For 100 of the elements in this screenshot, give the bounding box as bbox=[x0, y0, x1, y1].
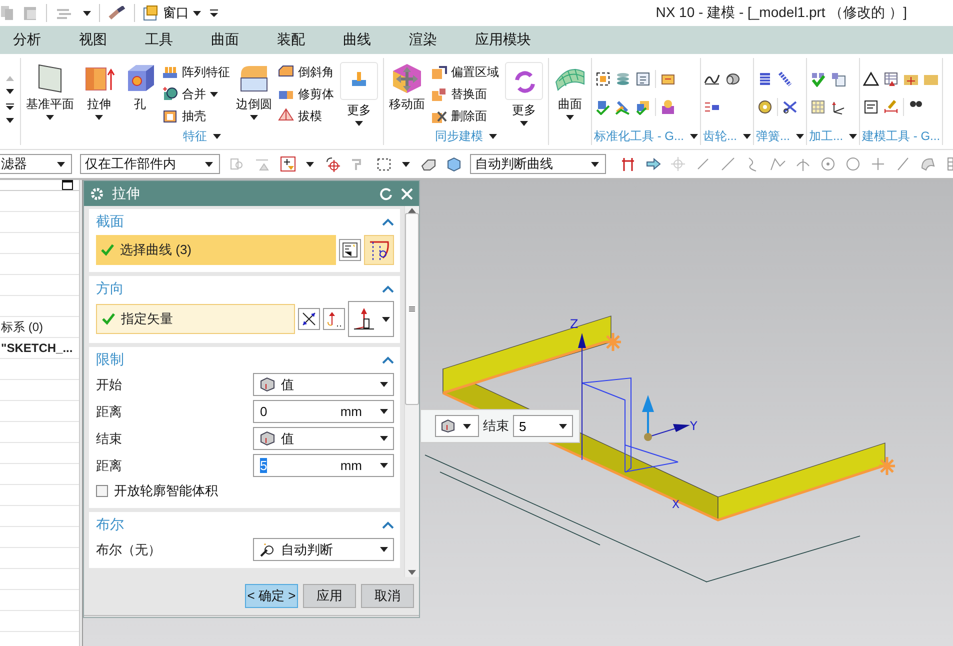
caret-icon[interactable] bbox=[83, 10, 91, 16]
caret-icon[interactable] bbox=[690, 134, 698, 138]
block-check-icon[interactable] bbox=[595, 99, 611, 115]
curve-rule-dropdown[interactable]: 自动判断曲线 bbox=[470, 154, 606, 174]
ribbon-button[interactable]: 拉伸 bbox=[80, 62, 118, 120]
triangle-icon[interactable] bbox=[863, 71, 880, 87]
caret-icon[interactable] bbox=[849, 134, 858, 138]
caret-icon[interactable] bbox=[489, 134, 497, 138]
menu-tab[interactable]: 装配 bbox=[264, 31, 318, 49]
selector-button[interactable] bbox=[339, 239, 361, 261]
collapse-icon[interactable] bbox=[382, 356, 394, 364]
scope-dropdown[interactable]: 仅在工作部件内 bbox=[80, 154, 220, 174]
reset-icon[interactable] bbox=[379, 186, 393, 200]
ribbon-button[interactable]: 边倒圆 bbox=[233, 62, 275, 120]
vector-dropdown[interactable] bbox=[348, 301, 394, 337]
distance-field[interactable]: 5 mm bbox=[253, 454, 394, 477]
caret-icon[interactable] bbox=[796, 134, 804, 138]
board-icon[interactable] bbox=[830, 71, 846, 87]
frame-icon[interactable] bbox=[595, 71, 611, 87]
dialog-button[interactable]: 应用 bbox=[303, 584, 356, 608]
collapse-icon[interactable] bbox=[382, 521, 394, 529]
washer-icon[interactable] bbox=[757, 99, 774, 115]
collapse-icon[interactable] bbox=[382, 285, 394, 293]
option-dropdown[interactable]: 值 bbox=[253, 427, 394, 450]
overflow-icon[interactable] bbox=[6, 102, 14, 110]
ribbon-button[interactable]: 替换面 bbox=[431, 84, 499, 104]
arrow-icon[interactable] bbox=[645, 156, 661, 172]
overflow-icon[interactable] bbox=[209, 9, 219, 17]
measure-icon[interactable] bbox=[883, 99, 900, 115]
close-icon[interactable] bbox=[401, 188, 413, 200]
menu-tab[interactable]: 视图 bbox=[66, 31, 120, 49]
target-icon[interactable] bbox=[324, 156, 340, 172]
clip-icon[interactable] bbox=[782, 99, 798, 115]
spring-icon[interactable] bbox=[777, 71, 794, 87]
type-dropdown[interactable] bbox=[435, 415, 479, 437]
collapse-icon[interactable] bbox=[382, 218, 394, 226]
parallel-lines-icon[interactable] bbox=[620, 156, 636, 172]
node-icon[interactable] bbox=[670, 156, 686, 172]
plus-icon[interactable] bbox=[870, 156, 886, 172]
axis-box-icon[interactable] bbox=[830, 99, 846, 115]
maximize-icon[interactable] bbox=[62, 180, 73, 190]
dialog-button[interactable]: < 确定 > bbox=[245, 584, 298, 608]
menu-tab[interactable]: 分析 bbox=[0, 31, 54, 49]
ribbon-button[interactable]: 倒斜角 bbox=[278, 62, 334, 82]
caret-icon[interactable] bbox=[306, 162, 314, 166]
roll-icon[interactable] bbox=[724, 71, 740, 87]
check-icon[interactable] bbox=[810, 71, 826, 87]
selector-button[interactable] bbox=[298, 308, 320, 330]
ribbon-button[interactable]: 合并 bbox=[162, 84, 230, 104]
selection-field[interactable]: 指定矢量 bbox=[96, 304, 295, 334]
cube-icon[interactable] bbox=[446, 156, 462, 172]
line-icon[interactable] bbox=[895, 156, 911, 172]
face-icon[interactable] bbox=[920, 156, 936, 172]
dialog-button[interactable]: 取消 bbox=[361, 584, 414, 608]
caret-icon[interactable] bbox=[213, 134, 221, 138]
circle-icon[interactable] bbox=[820, 156, 836, 172]
circle-icon[interactable] bbox=[845, 156, 861, 172]
brush-icon[interactable] bbox=[615, 99, 631, 115]
cube-check-icon[interactable] bbox=[635, 99, 651, 115]
brush-icon[interactable] bbox=[108, 6, 126, 20]
option-dropdown[interactable]: 值 bbox=[253, 373, 394, 396]
scroll-down-icon[interactable] bbox=[408, 570, 416, 575]
ribbon-button[interactable]: 删除面 bbox=[431, 106, 499, 126]
caret-icon[interactable] bbox=[402, 162, 410, 166]
snap-icon[interactable] bbox=[280, 156, 296, 172]
sheet-icon[interactable] bbox=[635, 71, 651, 87]
distance-field[interactable]: 0 mm bbox=[253, 400, 394, 423]
option-dropdown[interactable]: 自动判断 bbox=[253, 538, 394, 561]
selection-field[interactable]: 选择曲线 (3) bbox=[96, 235, 336, 265]
type-filter-dropdown[interactable]: 滤器 bbox=[0, 154, 72, 174]
select-box-icon[interactable] bbox=[376, 156, 392, 172]
menu-tab[interactable]: 应用模块 bbox=[462, 31, 544, 49]
selector-button[interactable] bbox=[323, 308, 345, 330]
ribbon-button[interactable]: 基准平面 bbox=[23, 62, 77, 120]
ribbon-button[interactable]: 曲面 bbox=[551, 62, 589, 120]
ribbon-button[interactable]: 孔 bbox=[121, 62, 159, 113]
settings-icon[interactable] bbox=[90, 186, 104, 200]
ribbon-button[interactable]: 移动面 bbox=[386, 62, 428, 113]
ribbon-button[interactable]: 阵列特征 bbox=[162, 62, 230, 82]
caret-icon[interactable] bbox=[743, 134, 752, 138]
end-value-dropdown[interactable]: 5 bbox=[513, 415, 573, 437]
checkbox[interactable]: 开放轮廓智能体积 bbox=[96, 482, 218, 500]
note-icon[interactable] bbox=[863, 99, 880, 115]
ribbon-button[interactable]: 拔模 bbox=[278, 106, 334, 126]
caret-icon[interactable] bbox=[6, 118, 14, 123]
ribbon-button[interactable]: 抽壳 bbox=[162, 106, 230, 126]
intersection-icon[interactable] bbox=[795, 156, 811, 172]
caret-icon[interactable] bbox=[6, 89, 14, 94]
menu-tab[interactable]: 曲面 bbox=[198, 31, 252, 49]
tree-item[interactable]: 标系 (0) bbox=[1, 318, 43, 336]
ribbon-button[interactable]: 偏置区域 bbox=[431, 62, 499, 82]
ribbon-button[interactable]: 修剪体 bbox=[278, 84, 334, 104]
polyline-icon[interactable] bbox=[770, 156, 786, 172]
window-menu[interactable]: 窗口 bbox=[143, 4, 201, 22]
line-icon[interactable] bbox=[720, 156, 736, 172]
selector-button[interactable] bbox=[364, 235, 394, 265]
menu-tab[interactable]: 工具 bbox=[132, 31, 186, 49]
menu-tab[interactable]: 渲染 bbox=[396, 31, 450, 49]
table-icon[interactable] bbox=[883, 71, 900, 87]
tree-item[interactable]: "SKETCH_... bbox=[1, 341, 73, 355]
